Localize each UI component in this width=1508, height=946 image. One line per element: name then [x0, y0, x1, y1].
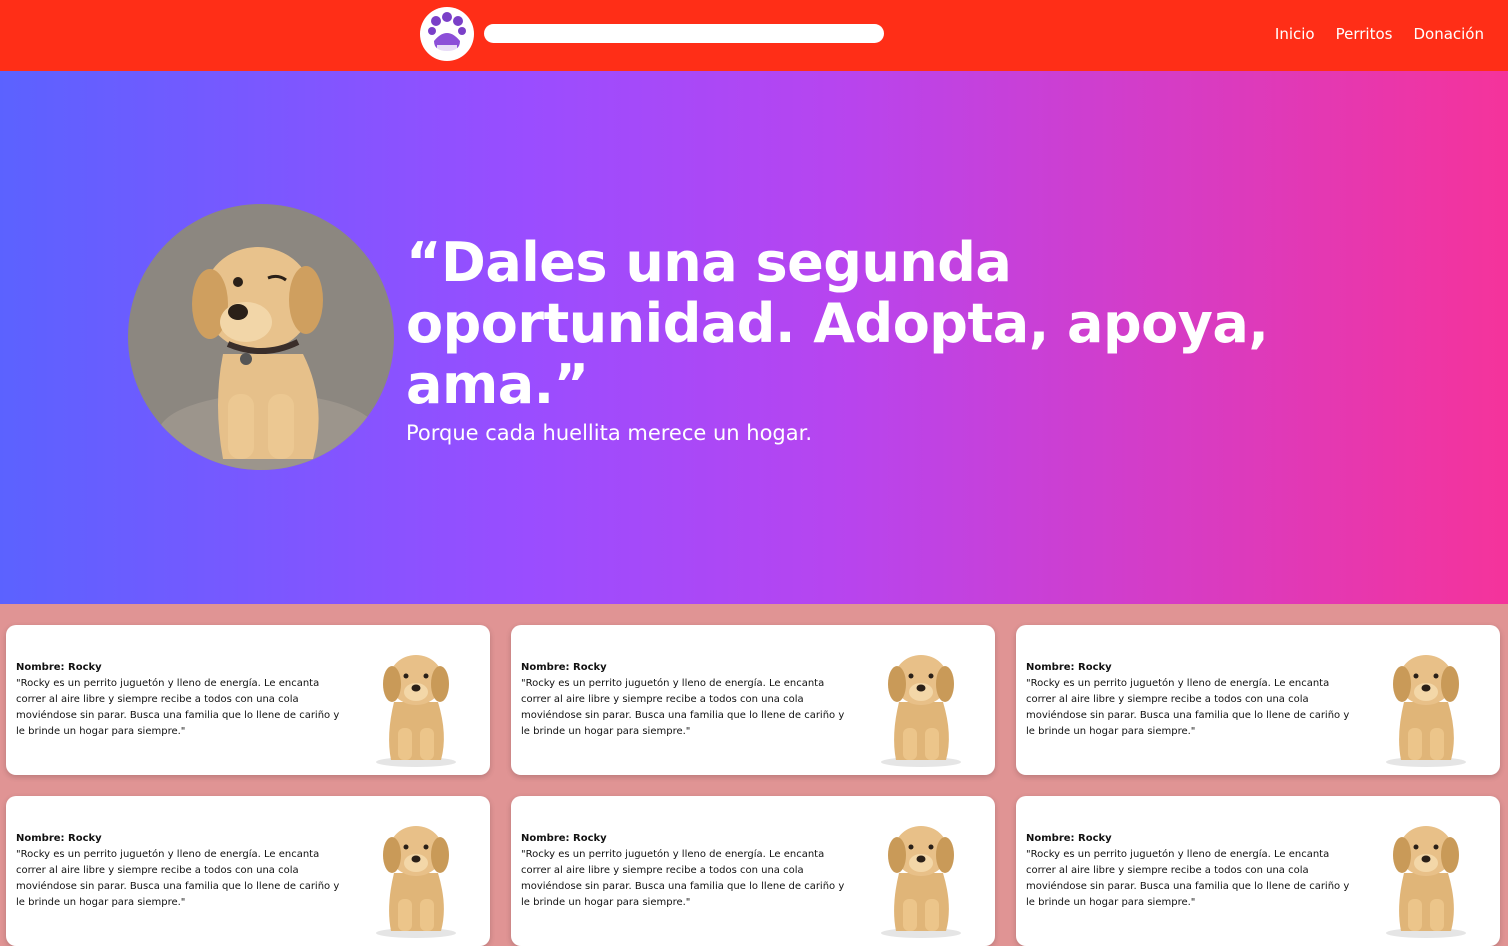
dog-card-photo — [376, 655, 456, 767]
dog-card-photo — [1386, 826, 1466, 938]
main-nav: Inicio Perritos Donación — [1275, 24, 1484, 44]
dog-card-description: "Rocky es un perrito juguetón y lleno de… — [521, 849, 845, 908]
dog-card-name: Nombre: Rocky — [521, 662, 607, 673]
dog-card[interactable]: Nombre: Rocky "Rocky es un perrito jugue… — [1016, 796, 1500, 946]
dog-card[interactable]: Nombre: Rocky "Rocky es un perrito jugue… — [1016, 625, 1500, 775]
dog-card-description: "Rocky es un perrito juguetón y lleno de… — [16, 849, 340, 908]
dog-card-name: Nombre: Rocky — [16, 833, 102, 844]
paw-logo[interactable] — [420, 7, 474, 61]
dog-card[interactable]: Nombre: Rocky "Rocky es un perrito jugue… — [511, 625, 995, 775]
dog-card-photo — [1386, 655, 1466, 767]
navbar: Inicio Perritos Donación — [0, 0, 1508, 71]
hero-quote: “Dales una segunda oportunidad. Adopta, … — [406, 231, 1269, 416]
nav-link-donacion[interactable]: Donación — [1413, 24, 1484, 44]
search-input[interactable] — [484, 24, 884, 43]
dog-card-name: Nombre: Rocky — [16, 662, 102, 673]
dog-card[interactable]: Nombre: Rocky "Rocky es un perrito jugue… — [6, 625, 490, 775]
dog-card-description: "Rocky es un perrito juguetón y lleno de… — [521, 678, 845, 737]
dog-card-description: "Rocky es un perrito juguetón y lleno de… — [1026, 849, 1350, 908]
dog-card-description: "Rocky es un perrito juguetón y lleno de… — [16, 678, 340, 737]
dog-card-name: Nombre: Rocky — [1026, 833, 1112, 844]
dog-card[interactable]: Nombre: Rocky "Rocky es un perrito jugue… — [511, 796, 995, 946]
hero-dog-photo — [128, 204, 394, 470]
dog-card-description: "Rocky es un perrito juguetón y lleno de… — [1026, 678, 1350, 737]
dog-card-name: Nombre: Rocky — [521, 833, 607, 844]
dog-card-name: Nombre: Rocky — [1026, 662, 1112, 673]
nav-link-perritos[interactable]: Perritos — [1336, 24, 1393, 44]
paw-icon — [428, 12, 466, 53]
hero-subtitle: Porque cada huellita merece un hogar. — [406, 421, 813, 445]
nav-link-inicio[interactable]: Inicio — [1275, 24, 1315, 44]
dog-card-photo — [881, 826, 961, 938]
dog-card[interactable]: Nombre: Rocky "Rocky es un perrito jugue… — [6, 796, 490, 946]
dog-card-photo — [881, 655, 961, 767]
dog-card-photo — [376, 826, 456, 938]
hero-banner: “Dales una segunda oportunidad. Adopta, … — [0, 71, 1508, 604]
